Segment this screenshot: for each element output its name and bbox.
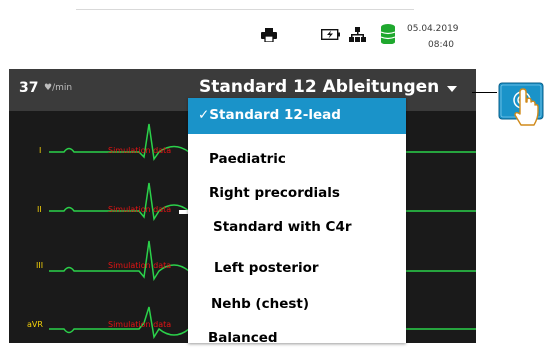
lead-configuration-dropdown: ✓Standard 12-lead Paediatric Right preco…	[188, 98, 406, 346]
date-display: 05.04.2019	[407, 24, 459, 34]
menu-item-paediatric[interactable]: Paediatric	[188, 142, 406, 178]
menu-item-standard-12-lead[interactable]: ✓Standard 12-lead	[188, 98, 406, 134]
simulation-label: Simulation data	[108, 205, 172, 214]
simulation-label: Simulation data	[108, 146, 172, 155]
menu-item-nehb-chest[interactable]: Nehb (chest)	[188, 287, 406, 323]
menu-item-balanced[interactable]: Balanced	[188, 321, 406, 357]
lead-label-ii: II	[37, 205, 42, 214]
network-icon	[349, 27, 366, 42]
cursor-marker	[179, 210, 188, 214]
menu-item-standard-with-c4r[interactable]: Standard with C4r	[188, 210, 406, 246]
storage-icon	[381, 24, 395, 44]
callout-line	[472, 92, 497, 93]
menu-item-left-posterior[interactable]: Left posterior	[188, 251, 406, 287]
time-display: 08:40	[428, 40, 454, 50]
battery-charging-icon	[321, 29, 340, 40]
printer-icon[interactable]	[261, 28, 277, 42]
chevron-down-icon[interactable]	[447, 86, 457, 92]
simulation-label: Simulation data	[108, 261, 172, 270]
heart-rate-unit: ♥/min	[44, 83, 73, 93]
touch-gesture-icon	[498, 82, 544, 126]
menu-item-right-precordials[interactable]: Right precordials	[188, 176, 406, 212]
lead-label-i: I	[39, 146, 42, 155]
lead-configuration-title[interactable]: Standard 12 Ableitungen	[199, 77, 439, 97]
simulation-label: Simulation data	[108, 320, 172, 329]
status-divider	[76, 9, 414, 10]
heart-rate-value: 37	[19, 80, 39, 96]
lead-label-avr: aVR	[27, 320, 43, 329]
lead-label-iii: III	[36, 261, 44, 270]
